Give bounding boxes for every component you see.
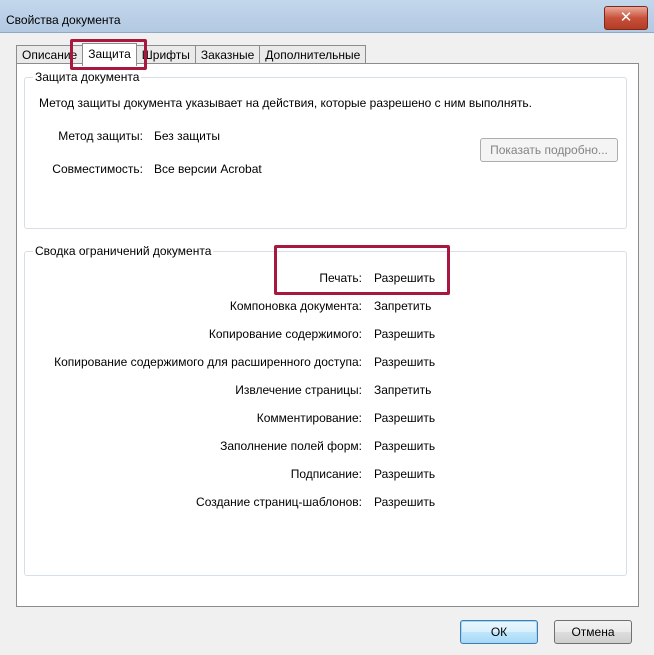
show-details-button[interactable]: Показать подробно... xyxy=(480,138,618,162)
tab-advanced[interactable]: Дополнительные xyxy=(259,45,367,65)
security-description: Метод защиты документа указывает на дейс… xyxy=(39,96,533,110)
method-value: Без защиты xyxy=(154,129,220,143)
restriction-value-copy-accessibility: Разрешить xyxy=(374,355,436,369)
restriction-value-assembly: Запретить xyxy=(374,299,432,313)
tab-strip: Описание Защита Шрифты Заказные Дополнит… xyxy=(16,43,367,66)
restriction-label-copy: Копирование содержимого: xyxy=(208,327,362,341)
security-group: Защита документа Метод защиты документа … xyxy=(24,70,627,229)
restriction-label-form-filling: Заполнение полей форм: xyxy=(220,439,362,453)
compatibility-value: Все версии Acrobat xyxy=(154,162,262,176)
window-title: Свойства документа xyxy=(6,13,121,27)
security-group-title: Защита документа xyxy=(33,70,142,84)
title-bar: Свойства документа ✕ xyxy=(0,0,654,33)
restriction-value-commenting: Разрешить xyxy=(374,411,436,425)
restriction-label-template-pages: Создание страниц-шаблонов: xyxy=(196,495,362,509)
tab-security[interactable]: Защита xyxy=(82,43,137,66)
cancel-button[interactable]: Отмена xyxy=(554,620,632,644)
restriction-value-template-pages: Разрешить xyxy=(374,495,436,509)
restriction-label-commenting: Комментирование: xyxy=(256,411,362,425)
restriction-value-signing: Разрешить xyxy=(374,467,436,481)
restriction-value-copy: Разрешить xyxy=(374,327,436,341)
restriction-label-print: Печать: xyxy=(319,271,362,285)
restriction-value-page-extraction: Запретить xyxy=(374,383,432,397)
method-label: Метод защиты: xyxy=(58,129,143,143)
ok-button[interactable]: ОК xyxy=(460,620,538,644)
restriction-label-page-extraction: Извлечение страницы: xyxy=(235,383,362,397)
restriction-label-copy-accessibility: Копирование содержимого для расширенного… xyxy=(54,355,362,369)
close-button[interactable]: ✕ xyxy=(604,6,648,30)
restrictions-group-title: Сводка ограничений документа xyxy=(33,244,214,258)
close-icon: ✕ xyxy=(619,9,633,26)
restriction-label-assembly: Компоновка документа: xyxy=(229,299,362,313)
tab-description[interactable]: Описание xyxy=(16,45,84,65)
compatibility-label: Совместимость: xyxy=(52,162,143,176)
tab-panel-security: Защита документа Метод защиты документа … xyxy=(16,63,639,607)
tab-fonts[interactable]: Шрифты xyxy=(135,45,196,65)
restriction-label-signing: Подписание: xyxy=(290,467,362,481)
restriction-value-form-filling: Разрешить xyxy=(374,439,436,453)
restriction-value-print: Разрешить xyxy=(374,271,436,285)
tab-custom[interactable]: Заказные xyxy=(194,45,261,65)
restrictions-group: Сводка ограничений документа Печать: Раз… xyxy=(24,244,627,576)
